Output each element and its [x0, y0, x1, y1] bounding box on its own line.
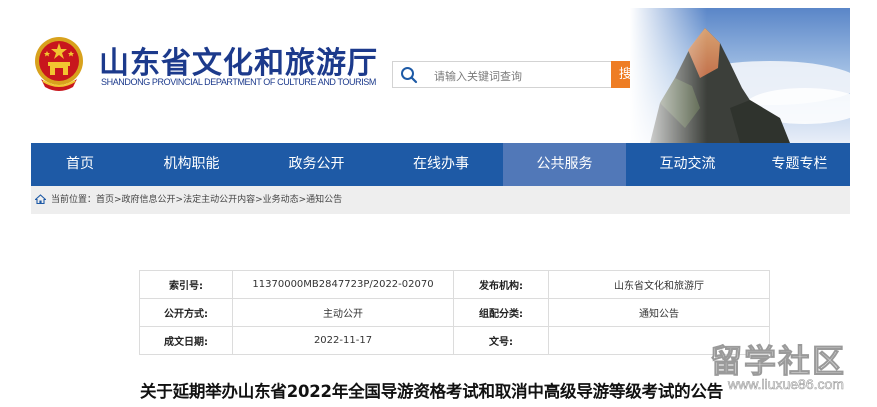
site-title: 山东省文化和旅游厅 [99, 46, 378, 81]
search-input[interactable]: 请输入关键词查询 [392, 61, 612, 88]
site-subtitle: SHANDONG PROVINCIAL DEPARTMENT OF CULTUR… [101, 77, 377, 87]
home-icon [35, 193, 46, 204]
national-emblem-icon [35, 37, 83, 91]
table-row: 成文日期: 2022-11-17 文号: [139, 326, 770, 355]
publisher-value: 山东省文化和旅游厅 [548, 270, 770, 299]
breadcrumb-text[interactable]: 当前位置：首页>政府信息公开>法定主动公开内容>业务动态>通知公告 [51, 195, 342, 205]
table-row: 索引号: 11370000MB2847723P/2022-02070 发布机构:… [139, 270, 770, 299]
search-placeholder: 请输入关键词查询 [434, 70, 522, 83]
search-icon [401, 67, 418, 84]
nav-item-functions[interactable]: 机构职能 [129, 143, 254, 186]
index-label: 索引号: [139, 270, 233, 299]
watermark-url: www.liuxue86.com [728, 376, 845, 393]
disclosure-value: 主动公开 [232, 298, 454, 327]
table-row: 公开方式: 主动公开 组配分类: 通知公告 [139, 298, 770, 327]
nav-item-interaction[interactable]: 互动交流 [626, 143, 749, 186]
site-header: 山东省文化和旅游厅 SHANDONG PROVINCIAL DEPARTMENT… [0, 0, 877, 143]
breadcrumb: 当前位置：首页>政府信息公开>法定主动公开内容>业务动态>通知公告 [31, 186, 850, 214]
nav-item-public-services[interactable]: 公共服务 [503, 143, 626, 186]
nav-item-home[interactable]: 首页 [31, 143, 129, 186]
page: 山东省文化和旅游厅 SHANDONG PROVINCIAL DEPARTMENT… [0, 0, 877, 407]
document-info-table: 索引号: 11370000MB2847723P/2022-02070 发布机构:… [139, 270, 770, 355]
date-label: 成文日期: [139, 326, 233, 355]
date-value: 2022-11-17 [232, 326, 454, 355]
nav-item-government-affairs[interactable]: 政务公开 [254, 143, 379, 186]
mountain-sea-of-clouds-image [630, 8, 850, 143]
watermark: 留学社区 www.liuxue86.com [700, 336, 870, 402]
nav-item-online-services[interactable]: 在线办事 [379, 143, 503, 186]
publisher-label: 发布机构: [453, 270, 549, 299]
category-value: 通知公告 [548, 298, 770, 327]
article-title: 关于延期举办山东省2022年全国导游资格考试和取消中高级导游等级考试的公告 [140, 382, 724, 401]
index-value: 11370000MB2847723P/2022-02070 [232, 270, 454, 299]
nav-item-special-topics[interactable]: 专题专栏 [749, 143, 850, 186]
main-nav: 首页 机构职能 政务公开 在线办事 公共服务 互动交流 专题专栏 [31, 143, 850, 186]
category-label: 组配分类: [453, 298, 549, 327]
docno-label: 文号: [453, 326, 549, 355]
disclosure-label: 公开方式: [139, 298, 233, 327]
